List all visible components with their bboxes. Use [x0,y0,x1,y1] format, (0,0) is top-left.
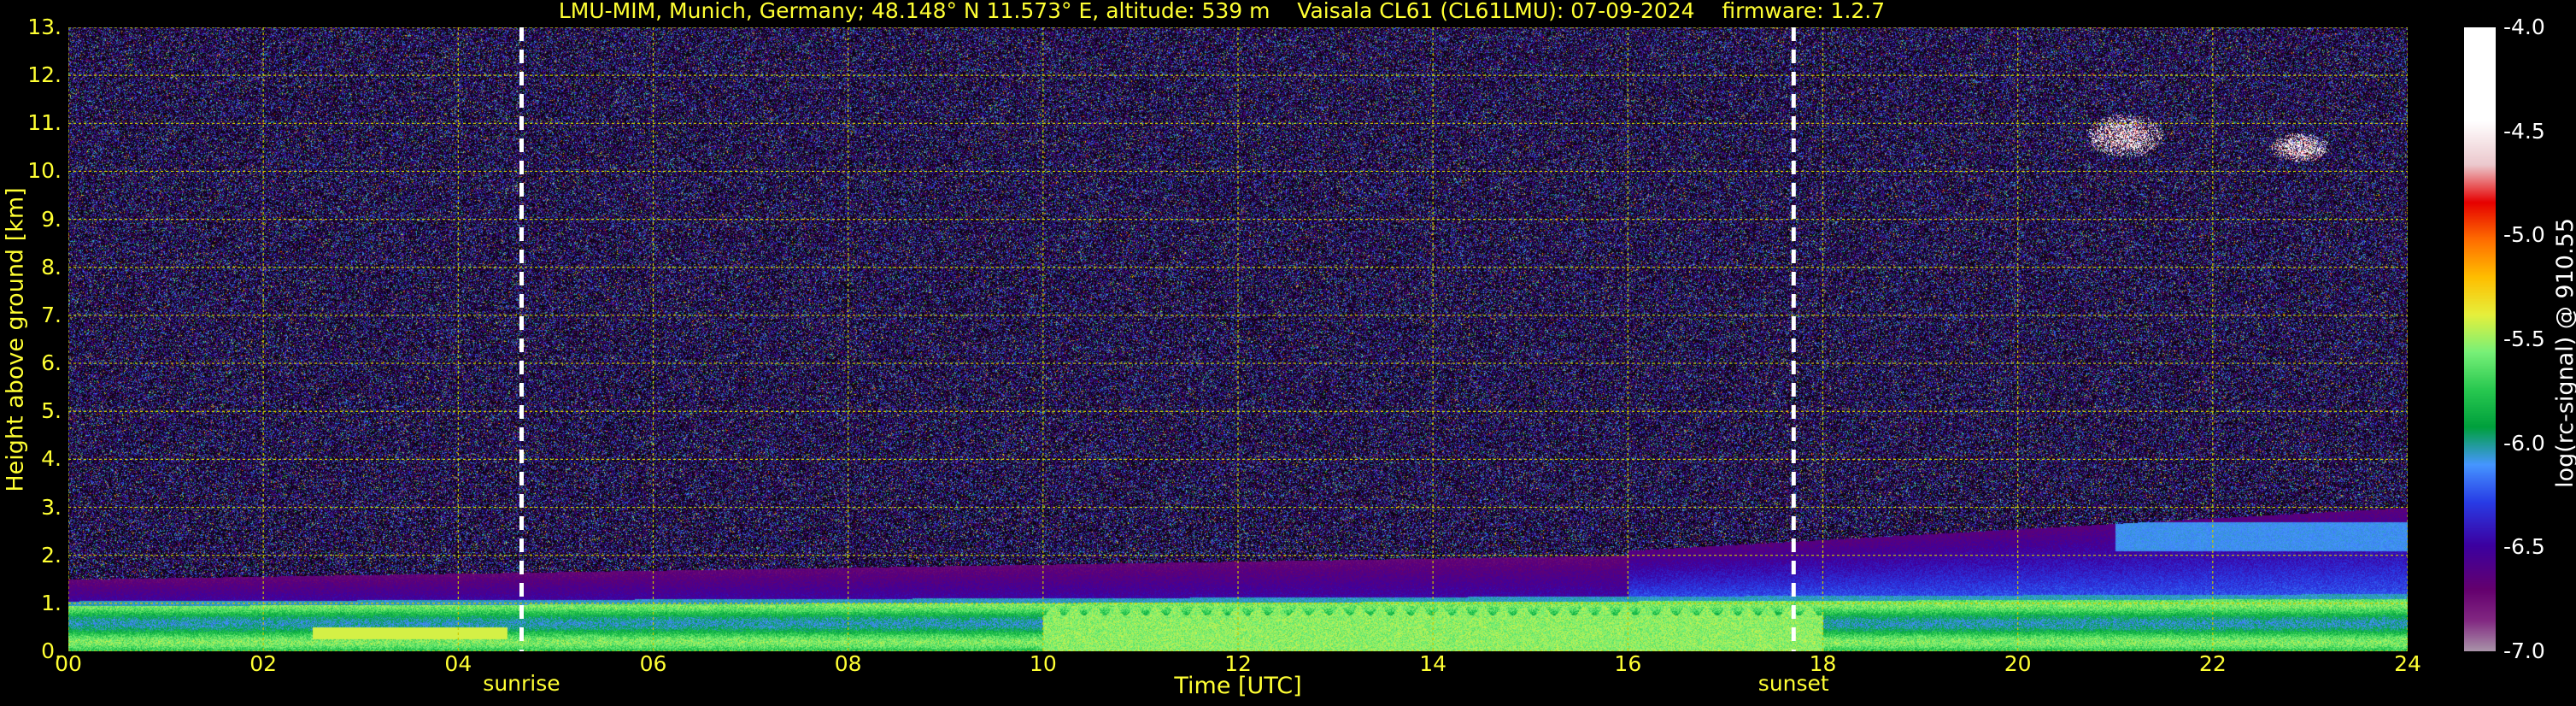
colorbar [2464,27,2496,651]
plot-overlay [68,27,2408,651]
plot-area [68,27,2408,651]
colorbar-tick-label: -5.5 [2503,327,2545,351]
x-tick-label: 14 [1419,651,1447,676]
x-tick-label: 00 [55,651,82,676]
y-tick-label: 0. [41,638,62,663]
colorbar-label: log(rc-signal) @ 910.55 nm [2552,218,2576,488]
y-axis-label: Height above ground [km] [2,187,29,492]
colorbar-tick-label: -7.0 [2503,638,2545,663]
x-tick-label: 10 [1029,651,1057,676]
colorbar-tick-label: -6.5 [2503,534,2545,560]
x-axis-label: Time [UTC] [1174,673,1302,699]
x-tick-label: 22 [2198,651,2227,676]
x-tick-label: 20 [2004,651,2032,676]
x-tick-label: 24 [2394,651,2421,676]
y-tick-label: 2. [41,542,62,568]
colorbar-tick-label: -4.0 [2503,15,2545,39]
chart-title: LMU-MIM, Munich, Germany; 48.148° N 11.5… [558,0,1886,23]
colorbar-tick-label: -5.0 [2503,222,2545,248]
y-tick-label: 13. [27,15,62,39]
colorbar-tick-label: -6.0 [2503,430,2545,456]
y-tick-label: 11. [27,110,62,136]
x-tick-label: 08 [834,651,862,676]
colorbar-tick-label: -4.5 [2503,118,2545,144]
y-tick-label: 1. [41,590,62,615]
x-tick-label: 04 [444,651,472,676]
sunrise-label: sunrise [483,671,560,696]
sunset-label: sunset [1757,671,1829,696]
x-tick-label: 16 [1614,651,1642,676]
y-tick-label: 12. [27,62,62,88]
x-tick-label: 06 [639,651,667,676]
x-tick-label: 02 [249,651,278,676]
